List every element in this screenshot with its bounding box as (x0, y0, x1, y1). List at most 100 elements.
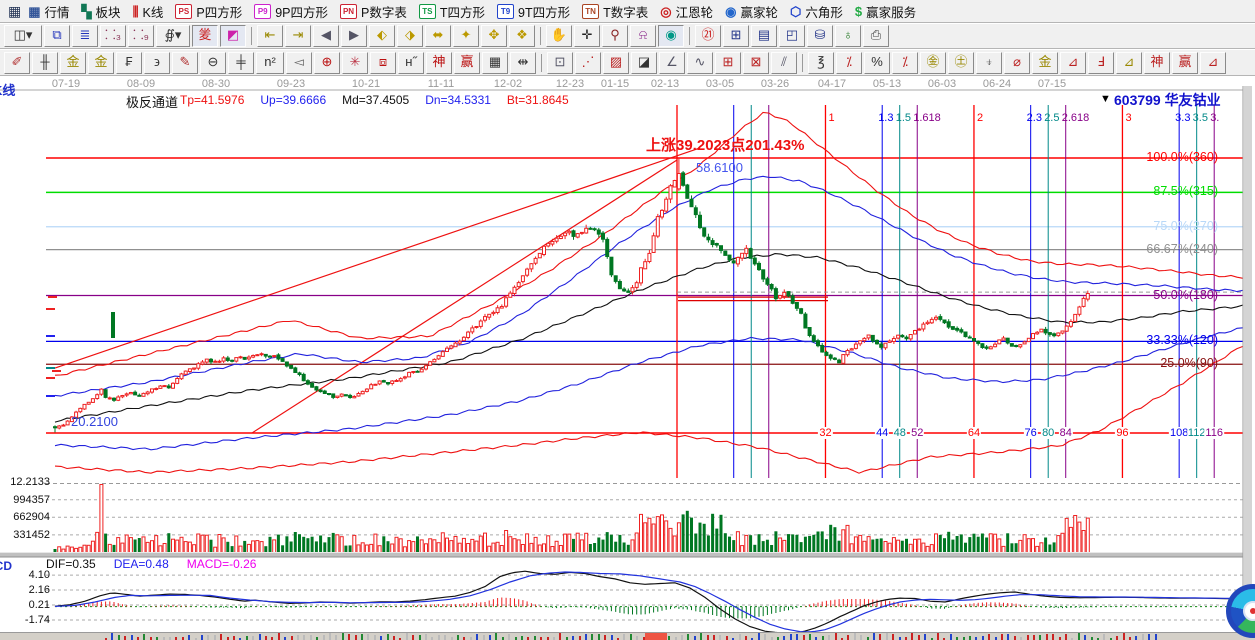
stock-title[interactable]: 603799 华友钴业 (1114, 90, 1221, 110)
p-number-table-icon: PN (340, 4, 357, 19)
draw-button-32[interactable]: % (864, 52, 890, 74)
tool-button-16[interactable]: ✦ (453, 25, 479, 47)
menu-item-kline[interactable]: ⫼K线 (130, 0, 173, 22)
draw-button-24[interactable]: ∠ (659, 52, 685, 74)
tool-button-18[interactable]: ❖ (509, 25, 535, 47)
menu-item-p-number-table[interactable]: PNP数字表 (337, 0, 416, 22)
draw-button-3[interactable]: 金 (88, 52, 114, 74)
tool-button-20[interactable]: ✋ (546, 25, 572, 47)
draw-button-35[interactable]: ㊏ (948, 52, 974, 74)
draw-button-1[interactable]: ╫ (32, 52, 58, 74)
stock-dropdown-icon[interactable]: ▼ (1100, 93, 1111, 105)
tool-button-10[interactable]: ⇥ (285, 25, 311, 47)
menu-item-quotes[interactable]: ▦行情 (25, 0, 78, 22)
draw-button-21[interactable]: ⋰ (575, 52, 601, 74)
draw-button-39[interactable]: ⊿ (1060, 52, 1086, 74)
draw-button-4[interactable]: ₣ (116, 52, 142, 74)
draw-button-8[interactable]: ╪ (228, 52, 254, 74)
tool-button-11[interactable]: ◀ (313, 25, 339, 47)
tool-button-5[interactable]: ∯▾ (156, 25, 190, 47)
draw-button-5[interactable]: ϶ (144, 52, 170, 74)
draw-button-25[interactable]: ∿ (687, 52, 713, 74)
toolbar-drawing: ✐╫金金₣϶✎⊖╪n²◅⊕✳⧈ʜ˝神赢▦⇹⊡⋰▨◪∠∿⊞⊠⫽℥⁒%⁒㊎㊏⍖⌀金⊿… (0, 50, 1255, 76)
draw-button-16[interactable]: 赢 (454, 52, 480, 74)
tool-button-23[interactable]: ⍾ (630, 25, 656, 47)
draw-button-23[interactable]: ◪ (631, 52, 657, 74)
draw-button-30[interactable]: ℥ (808, 52, 834, 74)
draw-button-37[interactable]: ⌀ (1004, 52, 1030, 74)
draw-button-28[interactable]: ⫽ (771, 52, 797, 74)
draw-button-2[interactable]: 金 (60, 52, 86, 74)
draw-button-11[interactable]: ⊕ (314, 52, 340, 74)
draw-button-20[interactable]: ⊡ (547, 52, 573, 74)
gann-wheel-icon: ◎ (660, 5, 671, 18)
tool-button-17[interactable]: ✥ (481, 25, 507, 47)
tool-button-7[interactable]: ◩ (220, 25, 246, 47)
tool-button-0[interactable]: ◫▾ (4, 25, 42, 47)
tool-button-3[interactable]: ⸬₃ (100, 25, 126, 47)
tool-button-6[interactable]: 夎 (192, 25, 218, 47)
draw-button-0[interactable]: ✐ (4, 52, 30, 74)
tool-button-28[interactable]: ▤ (751, 25, 777, 47)
draw-button-33[interactable]: ⁒ (892, 52, 918, 74)
menu-item-gann-wheel[interactable]: ◎江恩轮 (657, 0, 722, 22)
draw-button-14[interactable]: ʜ˝ (398, 52, 424, 74)
menu-item-p-square[interactable]: PSP四方形 (172, 0, 251, 22)
menu-item-9p-square[interactable]: P99P四方形 (251, 0, 337, 22)
price-chart-canvas[interactable] (0, 76, 1255, 632)
tool-button-15[interactable]: ⬌ (425, 25, 451, 47)
volume-axis-tick: 994357 (0, 494, 50, 506)
draw-button-12[interactable]: ✳ (342, 52, 368, 74)
menu-item-t-number-table[interactable]: TNT数字表 (579, 0, 657, 22)
tool-button-21[interactable]: ✛ (574, 25, 600, 47)
draw-button-31[interactable]: ⁒ (836, 52, 862, 74)
gann-cycle-label: 1.5 (896, 112, 911, 124)
tool-button-31[interactable]: ♁ (835, 25, 861, 47)
tool-button-22[interactable]: ⚲ (602, 25, 628, 47)
tool-button-13[interactable]: ⬖ (369, 25, 395, 47)
draw-button-34[interactable]: ㊎ (920, 52, 946, 74)
draw-button-42[interactable]: 神 (1144, 52, 1170, 74)
menu-item-t-square[interactable]: TST四方形 (416, 0, 494, 22)
tool-button-27[interactable]: ⊞ (723, 25, 749, 47)
draw-button-40[interactable]: Ⅎ (1088, 52, 1114, 74)
draw-button-38[interactable]: 金 (1032, 52, 1058, 74)
draw-button-41[interactable]: ⊿ (1116, 52, 1142, 74)
draw-button-22[interactable]: ▨ (603, 52, 629, 74)
draw-button-27[interactable]: ⊠ (743, 52, 769, 74)
tool-button-4[interactable]: ⸬₉ (128, 25, 154, 47)
tool-button-29[interactable]: ◰ (779, 25, 805, 47)
tool-button-32[interactable]: ⎙ (863, 25, 889, 47)
tool-button-9[interactable]: ⇤ (257, 25, 283, 47)
draw-button-36[interactable]: ⍖ (976, 52, 1002, 74)
menu-item-9t-square[interactable]: T99T四方形 (494, 0, 579, 22)
draw-button-15[interactable]: 神 (426, 52, 452, 74)
status-tick (604, 635, 606, 640)
draw-button-10[interactable]: ◅ (286, 52, 312, 74)
status-tick (790, 634, 792, 640)
tool-button-1[interactable]: ⧉ (44, 25, 70, 47)
menu-item-sectors[interactable]: ▚板块 (79, 0, 130, 22)
draw-button-18[interactable]: ⇹ (510, 52, 536, 74)
draw-button-13[interactable]: ⧈ (370, 52, 396, 74)
tool-button-24[interactable]: ◉ (658, 25, 684, 47)
draw-button-44[interactable]: ⊿ (1200, 52, 1226, 74)
menu-item-hexagon[interactable]: ⬡六角形 (787, 0, 852, 22)
menu-item-label: K线 (143, 2, 164, 21)
menu-item-winner-service[interactable]: $赢家服务 (852, 0, 925, 22)
tool-button-12[interactable]: ▶ (341, 25, 367, 47)
draw-button-26[interactable]: ⊞ (715, 52, 741, 74)
draw-button-17[interactable]: ▦ (482, 52, 508, 74)
draw-button-9[interactable]: n² (256, 52, 284, 74)
tool-button-2[interactable]: ≣ (72, 25, 98, 47)
tool-button-14[interactable]: ⬗ (397, 25, 423, 47)
status-tick (259, 634, 261, 640)
date-tick: 03-26 (761, 78, 789, 90)
draw-button-43[interactable]: 赢 (1172, 52, 1198, 74)
menu-item-winner-wheel[interactable]: ◉赢家轮 (722, 0, 787, 22)
draw-button-7[interactable]: ⊖ (200, 52, 226, 74)
tool-button-26[interactable]: ㉑ (695, 25, 721, 47)
date-tick: 11-11 (428, 78, 455, 90)
tool-button-30[interactable]: ⛁ (807, 25, 833, 47)
draw-button-6[interactable]: ✎ (172, 52, 198, 74)
